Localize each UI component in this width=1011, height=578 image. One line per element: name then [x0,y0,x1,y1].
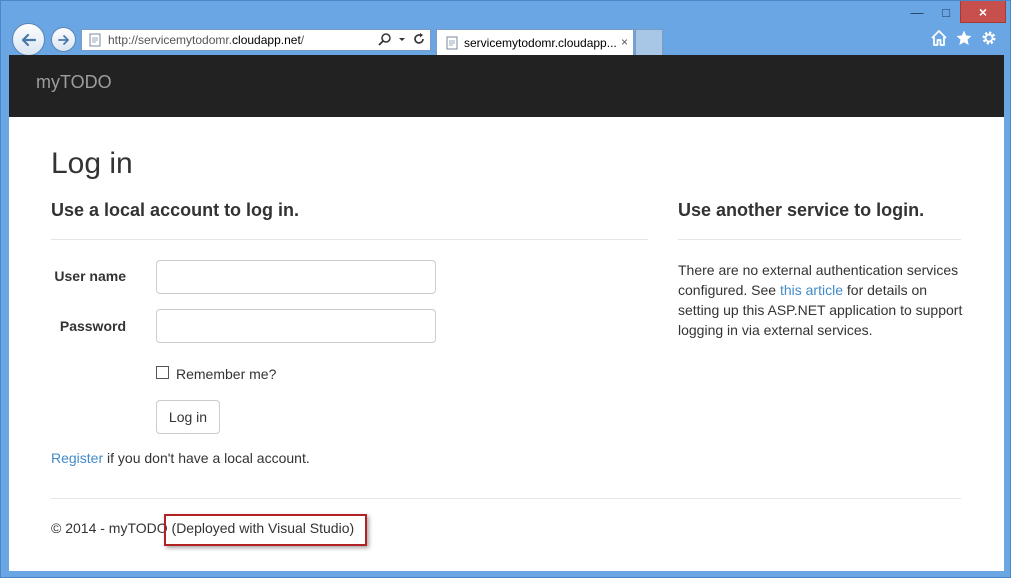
forward-button[interactable] [51,27,76,52]
tab-title: servicemytodomr.cloudapp... [464,35,617,50]
address-tools [378,32,426,46]
brand-link[interactable]: myTODO [36,72,112,93]
site-navbar: myTODO [9,55,1004,117]
favorites-star-icon[interactable] [955,29,973,47]
page-icon [89,33,101,47]
search-icon[interactable] [378,32,392,46]
password-input[interactable] [156,309,436,343]
page-icon [446,36,458,49]
url-prefix: http://servicemytodomr. [108,33,233,47]
minimize-button[interactable]: — [902,1,932,23]
register-paragraph: Register if you don't have a local accou… [51,450,310,466]
url-host: cloudapp.net [232,33,301,47]
browser-window: — □ × http://servicemytodomr. cloudapp.ne… [0,0,1011,578]
external-login-heading: Use another service to login. [678,200,925,220]
tab-close-button[interactable]: × [621,35,628,49]
dropdown-icon[interactable] [398,32,406,46]
maximize-button[interactable]: □ [932,1,960,23]
remember-me-label[interactable]: Remember me? [176,366,276,382]
local-account-heading: Use a local account to log in. [51,200,300,220]
login-button[interactable]: Log in [156,400,220,434]
remember-me-checkbox[interactable] [156,366,169,379]
close-window-button[interactable]: × [960,1,1006,23]
new-tab-button[interactable] [635,29,663,55]
username-input[interactable] [156,260,436,294]
browser-tab[interactable]: servicemytodomr.cloudapp... × [436,29,634,55]
external-services-text: There are no external authentication ser… [678,260,968,340]
register-link[interactable]: Register [51,450,103,466]
highlight-box [164,514,367,546]
this-article-link[interactable]: this article [780,282,843,298]
back-button[interactable] [12,23,45,56]
page-viewport: myTODO Log in Use a local account to log… [9,55,1004,571]
url-suffix: / [300,33,305,47]
username-label: User name [54,268,126,284]
refresh-icon[interactable] [412,32,426,46]
divider [678,239,961,240]
gear-icon[interactable] [980,29,998,47]
page-title: Log in [51,147,133,180]
register-text: if you don't have a local account. [103,450,310,466]
back-arrow-icon [21,33,36,46]
forward-arrow-icon [57,34,69,45]
divider [51,239,648,240]
browser-toolbar [930,29,998,47]
home-icon[interactable] [930,29,948,47]
address-bar[interactable]: http://servicemytodomr. cloudapp.net / [81,29,431,51]
password-label: Password [59,318,126,334]
footer-divider [51,498,961,499]
